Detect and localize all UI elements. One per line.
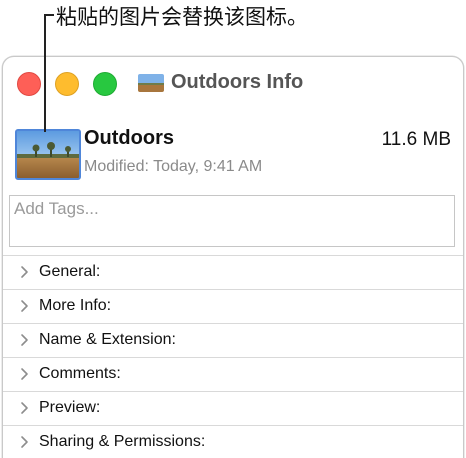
tags-field[interactable] [9,195,455,247]
section-sharing-permissions[interactable]: Sharing & Permissions: [3,425,463,458]
file-image-icon[interactable] [15,129,81,180]
section-label: Comments: [39,365,121,382]
screenshot: 粘贴的图片会替换该图标。 Outdoors Info Outdoors 11.6… [0,0,466,458]
zoom-button[interactable] [93,72,117,96]
file-name: Outdoors [84,127,174,149]
section-preview[interactable]: Preview: [3,391,463,425]
section-more-info[interactable]: More Info: [3,289,463,323]
section-general[interactable]: General: [3,255,463,289]
modified-date: Modified: Today, 9:41 AM [84,158,263,175]
titlebar[interactable]: Outdoors Info [3,57,463,109]
section-label: Name & Extension: [39,331,176,348]
chevron-right-icon[interactable] [17,366,31,382]
title-image-icon [138,74,164,92]
info-sections: General: More Info: Name & Extension: Co… [3,255,463,458]
chevron-right-icon[interactable] [17,434,31,450]
file-size: 11.6 MB [381,129,451,150]
section-label: General: [39,263,101,280]
tags-input[interactable] [10,196,454,222]
section-label: Preview: [39,399,101,416]
info-window: Outdoors Info Outdoors 11.6 MB Modified:… [2,56,464,458]
chevron-right-icon[interactable] [17,264,31,280]
close-button[interactable] [17,72,41,96]
section-label: Sharing & Permissions: [39,433,206,450]
chevron-right-icon[interactable] [17,298,31,314]
window-title: Outdoors Info [171,71,304,93]
callout-tick [44,14,54,16]
section-comments[interactable]: Comments: [3,357,463,391]
callout-text: 粘贴的图片会替换该图标。 [56,5,308,29]
callout-line [44,14,46,132]
minimize-button[interactable] [55,72,79,96]
section-label: More Info: [39,297,112,314]
chevron-right-icon[interactable] [17,332,31,348]
chevron-right-icon[interactable] [17,400,31,416]
section-name-extension[interactable]: Name & Extension: [3,323,463,357]
